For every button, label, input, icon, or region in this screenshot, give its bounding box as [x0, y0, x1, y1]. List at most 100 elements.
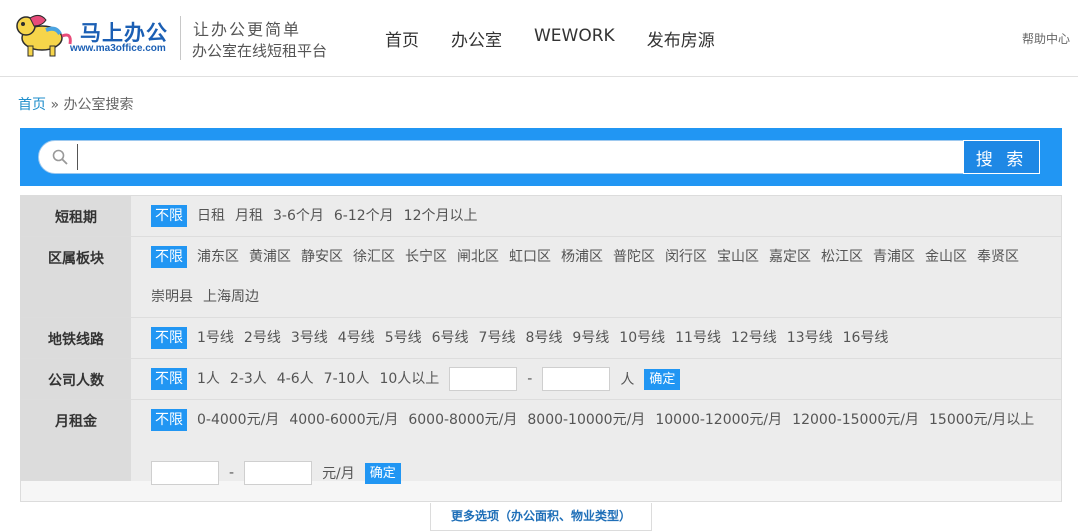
- filter-option[interactable]: 金山区: [925, 246, 967, 268]
- filter-option[interactable]: 8号线: [525, 327, 562, 349]
- filter-option-any[interactable]: 不限: [151, 368, 187, 390]
- range-separator: -: [527, 371, 533, 387]
- rent-min-input[interactable]: [151, 461, 219, 485]
- filter-option[interactable]: 12个月以上: [404, 205, 478, 227]
- filter-option[interactable]: 杨浦区: [561, 246, 603, 268]
- search-box: 搜 索: [38, 140, 1040, 174]
- rent-max-input[interactable]: [244, 461, 313, 485]
- filter-option[interactable]: 6000-8000元/月: [408, 409, 517, 431]
- filter-option[interactable]: 松江区: [821, 246, 863, 268]
- unit-label: 元/月: [322, 466, 355, 482]
- filter-option[interactable]: 0-4000元/月: [197, 409, 279, 431]
- search-bar: 搜 索: [20, 128, 1062, 186]
- filter-options: 不限 1人 2-3人 4-6人 7-10人 10人以上 - 人 确定: [151, 367, 1051, 391]
- filter-option[interactable]: 10人以上: [379, 368, 439, 390]
- filter-row-metro: 地铁线路 不限 1号线 2号线 3号线 4号线 5号线 6号线 7号线 8号线 …: [21, 318, 1061, 359]
- breadcrumb-separator: »: [46, 97, 64, 113]
- help-center-link[interactable]: 帮助中心: [1022, 30, 1070, 47]
- company-size-max-input[interactable]: [542, 367, 611, 391]
- site-logo[interactable]: 马上办公 www.ma3office.com: [12, 12, 168, 58]
- main-nav: 首页 办公室 WEWORK 发布房源: [385, 26, 715, 51]
- filter-option[interactable]: 闵行区: [665, 246, 707, 268]
- filter-option[interactable]: 2号线: [244, 327, 281, 349]
- filter-option-any[interactable]: 不限: [151, 246, 187, 268]
- filter-option[interactable]: 黄浦区: [249, 246, 291, 268]
- site-header: 马上办公 www.ma3office.com 让办公更简单 办公室在线短租平台 …: [0, 0, 1078, 77]
- filter-option-any[interactable]: 不限: [151, 205, 187, 227]
- logo-url: www.ma3office.com: [70, 43, 166, 54]
- filter-option[interactable]: 4号线: [338, 327, 375, 349]
- filter-option[interactable]: 嘉定区: [769, 246, 811, 268]
- company-size-min-input[interactable]: [449, 367, 518, 391]
- filter-option[interactable]: 上海周边: [203, 286, 259, 308]
- filter-options: 不限 1号线 2号线 3号线 4号线 5号线 6号线 7号线 8号线 9号线 1…: [151, 327, 1051, 349]
- filter-option[interactable]: 青浦区: [873, 246, 915, 268]
- more-options-toggle[interactable]: 更多选项（办公面积、物业类型）: [430, 503, 652, 531]
- filter-option[interactable]: 6号线: [432, 327, 469, 349]
- filter-row-lease-term: 短租期 不限 日租 月租 3-6个月 6-12个月 12个月以上: [21, 196, 1061, 237]
- company-size-confirm-button[interactable]: 确定: [644, 368, 681, 390]
- filter-option[interactable]: 普陀区: [613, 246, 655, 268]
- filter-option[interactable]: 3-6个月: [273, 205, 324, 227]
- filter-options: 不限 浦东区 黄浦区 静安区 徐汇区 长宁区 闸北区 虹口区 杨浦区 普陀区 闵…: [151, 246, 1051, 308]
- breadcrumb: 首页 » 办公室搜索: [18, 94, 133, 114]
- nav-post-listing[interactable]: 发布房源: [647, 26, 715, 51]
- filter-option[interactable]: 11号线: [675, 327, 721, 349]
- filter-option[interactable]: 3号线: [291, 327, 328, 349]
- filter-option[interactable]: 2-3人: [230, 368, 267, 390]
- filter-label: 区属板块: [21, 237, 131, 317]
- filter-option[interactable]: 4-6人: [277, 368, 314, 390]
- filter-options: 不限 0-4000元/月 4000-6000元/月 6000-8000元/月 8…: [151, 409, 1051, 485]
- nav-office[interactable]: 办公室: [451, 26, 502, 51]
- filter-option[interactable]: 月租: [235, 205, 263, 227]
- search-input[interactable]: [77, 144, 957, 170]
- rent-confirm-button[interactable]: 确定: [364, 462, 401, 484]
- filter-option[interactable]: 5号线: [385, 327, 422, 349]
- filter-option[interactable]: 闸北区: [457, 246, 499, 268]
- filter-option[interactable]: 9号线: [572, 327, 609, 349]
- filter-option[interactable]: 8000-10000元/月: [527, 409, 645, 431]
- filter-option[interactable]: 15000元/月以上: [929, 409, 1034, 431]
- unit-label: 人: [620, 372, 635, 388]
- platform-subtitle: 办公室在线短租平台: [192, 42, 328, 60]
- filter-option[interactable]: 6-12个月: [334, 205, 394, 227]
- filter-row-district: 区属板块 不限 浦东区 黄浦区 静安区 徐汇区 长宁区 闸北区 虹口区 杨浦区 …: [21, 237, 1061, 318]
- filter-row-rent: 月租金 不限 0-4000元/月 4000-6000元/月 6000-8000元…: [21, 400, 1061, 485]
- filter-row-company-size: 公司人数 不限 1人 2-3人 4-6人 7-10人 10人以上 - 人 确定: [21, 359, 1061, 400]
- filter-label: 公司人数: [21, 359, 131, 399]
- header-divider: [180, 16, 181, 60]
- filter-option[interactable]: 4000-6000元/月: [289, 409, 398, 431]
- filter-option[interactable]: 10号线: [619, 327, 665, 349]
- filter-option[interactable]: 10000-12000元/月: [655, 409, 782, 431]
- filter-option[interactable]: 7-10人: [324, 368, 370, 390]
- filter-label: 短租期: [21, 196, 131, 236]
- filter-option[interactable]: 日租: [197, 205, 225, 227]
- filter-label: 月租金: [21, 400, 131, 481]
- filter-options: 不限 日租 月租 3-6个月 6-12个月 12个月以上: [151, 205, 1051, 227]
- filter-option[interactable]: 静安区: [301, 246, 343, 268]
- search-button[interactable]: 搜 索: [963, 140, 1040, 174]
- filter-option[interactable]: 宝山区: [717, 246, 759, 268]
- nav-home[interactable]: 首页: [385, 26, 419, 51]
- filter-option-any[interactable]: 不限: [151, 409, 187, 431]
- filter-label: 地铁线路: [21, 318, 131, 358]
- filter-option[interactable]: 7号线: [479, 327, 516, 349]
- filter-option[interactable]: 浦东区: [197, 246, 239, 268]
- breadcrumb-home[interactable]: 首页: [18, 97, 46, 113]
- filter-option[interactable]: 长宁区: [405, 246, 447, 268]
- filter-option[interactable]: 崇明县: [151, 286, 193, 308]
- filter-option[interactable]: 16号线: [843, 327, 889, 349]
- nav-wework[interactable]: WEWORK: [534, 26, 615, 51]
- filter-option-any[interactable]: 不限: [151, 327, 187, 349]
- search-icon: [52, 149, 68, 165]
- filter-option[interactable]: 奉贤区: [977, 246, 1019, 268]
- slogan: 让办公更简单: [193, 20, 302, 39]
- filter-option[interactable]: 13号线: [787, 327, 833, 349]
- filter-option[interactable]: 徐汇区: [353, 246, 395, 268]
- filter-option[interactable]: 虹口区: [509, 246, 551, 268]
- filter-option[interactable]: 12000-15000元/月: [792, 409, 919, 431]
- filter-option[interactable]: 12号线: [731, 327, 777, 349]
- filter-option[interactable]: 1号线: [197, 327, 234, 349]
- filter-option[interactable]: 1人: [197, 368, 220, 390]
- range-separator: -: [229, 465, 235, 481]
